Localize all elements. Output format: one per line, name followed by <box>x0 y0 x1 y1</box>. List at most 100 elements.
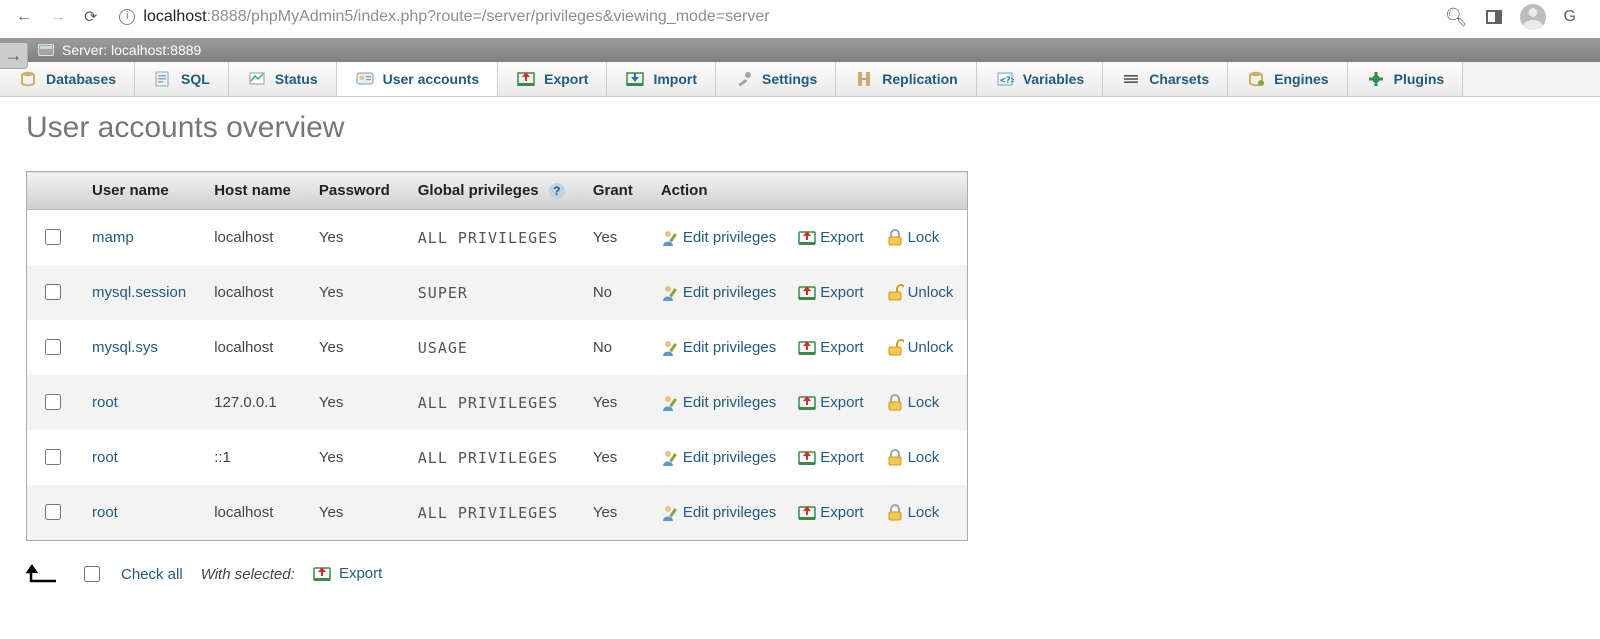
tab-label: User accounts <box>383 71 479 87</box>
tab-label: Charsets <box>1149 71 1209 87</box>
host-cell: localhost <box>200 265 305 320</box>
edit-privileges-button[interactable]: Edit privileges <box>661 339 776 357</box>
user-link[interactable]: root <box>92 449 118 466</box>
table-row: rootlocalhostYesALL PRIVILEGESYes Edit p… <box>27 485 968 541</box>
tab-settings[interactable]: Settings <box>716 62 836 96</box>
lock-user-button[interactable]: Lock <box>886 229 940 247</box>
sidebar-expand-button[interactable]: → <box>0 43 28 69</box>
col-grant: Grant <box>579 172 647 210</box>
privileges-cell: USAGE <box>404 320 579 375</box>
user-link[interactable]: root <box>92 504 118 521</box>
lock-user-button[interactable]: Lock <box>886 504 940 522</box>
check-all-link[interactable]: Check all <box>121 566 183 583</box>
site-info-icon[interactable]: i <box>119 9 135 25</box>
tab-useraccounts[interactable]: User accounts <box>337 62 498 96</box>
unlock-user-button[interactable]: Unlock <box>886 339 954 357</box>
tab-replication[interactable]: Replication <box>836 62 976 96</box>
export-icon <box>798 339 816 357</box>
settings-icon <box>734 70 754 88</box>
nav-back-button[interactable]: ← <box>16 8 32 26</box>
grant-cell: Yes <box>579 210 647 266</box>
edit-privileges-button[interactable]: Edit privileges <box>661 229 776 247</box>
edit-privileges-button[interactable]: Edit privileges <box>661 394 776 412</box>
row-checkbox[interactable] <box>45 449 61 465</box>
useraccounts-icon <box>355 70 375 88</box>
user-link[interactable]: mamp <box>92 229 134 246</box>
export-user-button[interactable]: Export <box>798 339 863 357</box>
export-icon <box>798 394 816 412</box>
select-arrow-icon <box>26 564 62 584</box>
table-row: mysql.syslocalhostYesUSAGENo Edit privil… <box>27 320 968 375</box>
table-row: mysql.sessionlocalhostYesSUPERNo Edit pr… <box>27 265 968 320</box>
row-checkbox[interactable] <box>45 284 61 300</box>
bulk-export-button[interactable]: Export <box>313 565 383 583</box>
edit-privileges-button[interactable]: Edit privileges <box>661 504 776 522</box>
edit-privileges-button[interactable]: Edit privileges <box>661 449 776 467</box>
top-tabs: DatabasesSQLStatusUser accountsExportImp… <box>0 62 1600 97</box>
col-checkbox <box>27 172 79 210</box>
row-checkbox[interactable] <box>45 504 61 520</box>
nav-forward-button[interactable]: → <box>50 8 66 26</box>
tab-label: Import <box>653 71 697 87</box>
privileges-cell: SUPER <box>404 265 579 320</box>
url-bar[interactable]: i localhost:8888/phpMyAdmin5/index.php?r… <box>115 8 1426 26</box>
help-icon[interactable]: ? <box>549 183 565 199</box>
browser-chrome: ← → ⟳ i localhost:8888/phpMyAdmin5/index… <box>0 0 1600 38</box>
side-panel-icon[interactable] <box>1486 10 1502 24</box>
zoom-icon[interactable]: 🔍︎ <box>1445 7 1468 28</box>
check-all-checkbox[interactable] <box>84 566 100 582</box>
tab-label: Engines <box>1274 71 1328 87</box>
export-user-button[interactable]: Export <box>798 284 863 302</box>
host-cell: localhost <box>200 210 305 266</box>
unlock-user-button[interactable]: Unlock <box>886 284 954 302</box>
col-username: User name <box>78 172 200 210</box>
url-text: localhost:8888/phpMyAdmin5/index.php?rou… <box>143 8 769 26</box>
svg-text:<?>: <?> <box>1000 76 1014 86</box>
nav-reload-button[interactable]: ⟳ <box>84 7 97 27</box>
user-link[interactable]: mysql.sys <box>92 339 158 356</box>
tab-export[interactable]: Export <box>498 62 607 96</box>
edit-privileges-button[interactable]: Edit privileges <box>661 284 776 302</box>
user-link[interactable]: root <box>92 394 118 411</box>
tab-label: Export <box>544 71 588 87</box>
col-global-privileges: Global privileges ? <box>404 172 579 210</box>
tab-sql[interactable]: SQL <box>135 62 229 96</box>
page-title: User accounts overview <box>26 111 1592 145</box>
tab-plugins[interactable]: Plugins <box>1348 62 1464 96</box>
row-checkbox[interactable] <box>45 229 61 245</box>
export-user-button[interactable]: Export <box>798 394 863 412</box>
tab-import[interactable]: Import <box>607 62 716 96</box>
variables-icon: <?> <box>995 70 1015 88</box>
lock-icon <box>886 394 904 412</box>
table-row: mamplocalhostYesALL PRIVILEGESYes Edit p… <box>27 210 968 266</box>
tab-status[interactable]: Status <box>229 62 337 96</box>
profile-avatar-icon[interactable] <box>1520 4 1546 30</box>
edit-privileges-icon <box>661 394 679 412</box>
tab-label: Replication <box>882 71 957 87</box>
export-user-button[interactable]: Export <box>798 229 863 247</box>
tab-charsets[interactable]: Charsets <box>1103 62 1228 96</box>
tab-engines[interactable]: Engines <box>1228 62 1347 96</box>
lock-icon <box>886 229 904 247</box>
host-cell: ::1 <box>200 430 305 485</box>
tab-variables[interactable]: <?>Variables <box>977 62 1104 96</box>
replication-icon <box>854 70 874 88</box>
export-user-button[interactable]: Export <box>798 504 863 522</box>
col-password: Password <box>305 172 404 210</box>
lock-icon <box>886 504 904 522</box>
export-user-button[interactable]: Export <box>798 449 863 467</box>
with-selected-label: With selected: <box>201 566 295 583</box>
edit-privileges-icon <box>661 229 679 247</box>
server-bar: Server: localhost:8889 <box>0 38 1600 62</box>
password-cell: Yes <box>305 320 404 375</box>
export-icon <box>798 229 816 247</box>
user-link[interactable]: mysql.session <box>92 284 186 301</box>
profile-initial: G <box>1564 8 1576 26</box>
row-checkbox[interactable] <box>45 339 61 355</box>
lock-user-button[interactable]: Lock <box>886 449 940 467</box>
server-label: Server: localhost:8889 <box>62 42 201 58</box>
row-checkbox[interactable] <box>45 394 61 410</box>
lock-user-button[interactable]: Lock <box>886 394 940 412</box>
table-row: root::1YesALL PRIVILEGESYes Edit privile… <box>27 430 968 485</box>
export-icon <box>798 504 816 522</box>
